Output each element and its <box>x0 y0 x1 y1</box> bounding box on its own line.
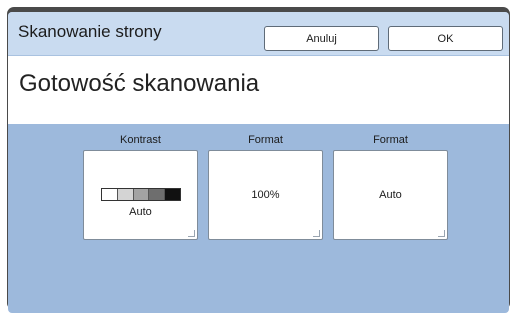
contrast-value: Auto <box>129 206 152 218</box>
format-label: Format <box>248 134 283 146</box>
contrast-label: Kontrast <box>120 134 161 146</box>
window-title: Skanowanie strony <box>18 22 162 41</box>
contrast-button[interactable]: Auto <box>83 150 198 240</box>
scan-screen: Skanowanie strony Anuluj OK Gotowość ska… <box>8 12 509 313</box>
format-size-value: Auto <box>379 189 402 201</box>
status-band: Gotowość skanowania <box>8 56 509 124</box>
contrast-level-4 <box>148 189 165 200</box>
contrast-level-5 <box>164 189 180 200</box>
corner-marker-icon <box>313 230 320 237</box>
format-label: Format <box>373 134 408 146</box>
title-bar: Skanowanie strony Anuluj OK <box>8 12 509 56</box>
status-message: Gotowość skanowania <box>19 70 260 97</box>
corner-marker-icon <box>438 230 445 237</box>
corner-marker-icon <box>188 230 195 237</box>
ok-button[interactable]: OK <box>388 26 503 51</box>
contrast-scale-icon <box>101 188 181 201</box>
contrast-level-1 <box>102 189 117 200</box>
contrast-level-2 <box>116 189 133 200</box>
format-zoom-value: 100% <box>251 189 280 201</box>
format-size-button[interactable]: Auto <box>333 150 448 240</box>
settings-panel: Kontrast Auto Format 100% Format Auto <box>8 124 509 313</box>
contrast-level-3 <box>132 189 149 200</box>
format-zoom-button[interactable]: 100% <box>208 150 323 240</box>
cancel-button[interactable]: Anuluj <box>264 26 379 51</box>
